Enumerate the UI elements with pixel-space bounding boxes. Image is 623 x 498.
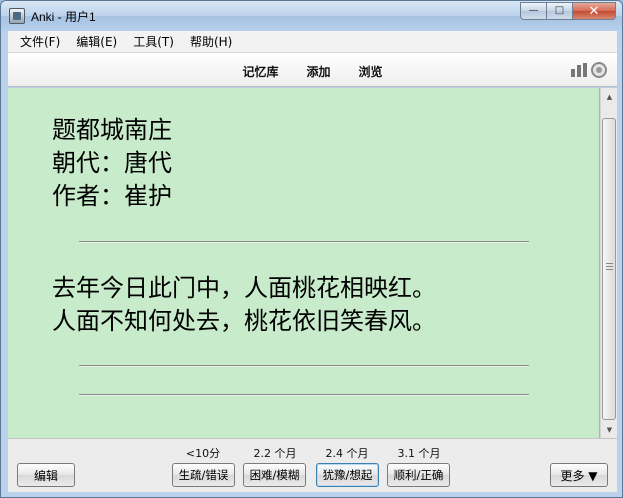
menu-edit[interactable]: 编辑(E) bbox=[68, 33, 125, 50]
maximize-button[interactable]: □ bbox=[546, 2, 572, 20]
browse-link[interactable]: 浏览 bbox=[359, 63, 383, 80]
scroll-thumb[interactable] bbox=[602, 118, 616, 420]
poem-line-1: 去年今日此门中，人面桃花相映红。 bbox=[52, 274, 436, 302]
decks-link[interactable]: 记忆库 bbox=[242, 63, 278, 80]
minimize-button[interactable]: — bbox=[520, 2, 546, 20]
main-toolbar: 记忆库 添加 浏览 bbox=[8, 53, 617, 87]
scroll-down-arrow-icon[interactable]: ▼ bbox=[601, 421, 618, 438]
stats-icon[interactable] bbox=[571, 63, 587, 77]
divider-line bbox=[79, 365, 529, 366]
menu-help[interactable]: 帮助(H) bbox=[182, 33, 240, 50]
card-question: 题都城南庄 朝代：唐代 作者：崔护 bbox=[52, 114, 172, 213]
poem-title: 题都城南庄 bbox=[52, 116, 172, 144]
grip-icon bbox=[606, 263, 613, 270]
again-button[interactable]: 生疏/错误 bbox=[172, 463, 235, 487]
window-title: Anki - 用户1 bbox=[31, 10, 96, 24]
toolbar-links: 记忆库 添加 浏览 bbox=[8, 63, 617, 80]
ease-interval-label: 2.2 个月 bbox=[253, 447, 297, 460]
title-bar[interactable]: Anki - 用户1 — □ ✕ bbox=[1, 1, 622, 31]
answer-bar: 编辑 <10分 生疏/错误 2.2 个月 困难/模糊 2.4 个月 犹豫/想起 … bbox=[8, 438, 617, 492]
easy-button[interactable]: 顺利/正确 bbox=[387, 463, 450, 487]
close-button[interactable]: ✕ bbox=[572, 2, 616, 20]
answer-divider bbox=[79, 241, 529, 242]
poem-author: 作者：崔护 bbox=[52, 182, 172, 210]
anki-app-icon[interactable] bbox=[9, 8, 25, 24]
menu-file[interactable]: 文件(F) bbox=[12, 33, 68, 50]
poem-dynasty: 朝代：唐代 bbox=[52, 149, 172, 177]
scroll-up-arrow-icon[interactable]: ▲ bbox=[601, 88, 618, 105]
ease-interval-label: 2.4 个月 bbox=[325, 447, 369, 460]
sync-icon[interactable] bbox=[591, 62, 607, 78]
good-button[interactable]: 犹豫/想起 bbox=[316, 463, 379, 487]
divider-line bbox=[79, 394, 529, 395]
card-view: 题都城南庄 朝代：唐代 作者：崔护 去年今日此门中，人面桃花相映红。 人面不知何… bbox=[8, 88, 600, 438]
ease-interval-label: 3.1 个月 bbox=[397, 447, 441, 460]
window-controls: — □ ✕ bbox=[520, 2, 616, 20]
anki-window: Anki - 用户1 — □ ✕ 文件(F) 编辑(E) 工具(T) 帮助(H)… bbox=[0, 0, 623, 498]
card-scrollbar[interactable]: ▲ ▼ bbox=[600, 88, 617, 438]
add-link[interactable]: 添加 bbox=[306, 63, 330, 80]
menu-tools[interactable]: 工具(T) bbox=[125, 33, 182, 50]
menu-bar: 文件(F) 编辑(E) 工具(T) 帮助(H) bbox=[8, 31, 617, 53]
ease-interval-label: <10分 bbox=[185, 447, 221, 460]
more-button[interactable]: 更多 ▼ bbox=[550, 463, 608, 487]
hard-button[interactable]: 困难/模糊 bbox=[243, 463, 306, 487]
poem-line-2: 人面不知何处去，桃花依旧笑春风。 bbox=[52, 307, 436, 335]
card-answer: 去年今日此门中，人面桃花相映红。 人面不知何处去，桃花依旧笑春风。 bbox=[52, 272, 436, 338]
edit-button[interactable]: 编辑 bbox=[17, 463, 75, 487]
